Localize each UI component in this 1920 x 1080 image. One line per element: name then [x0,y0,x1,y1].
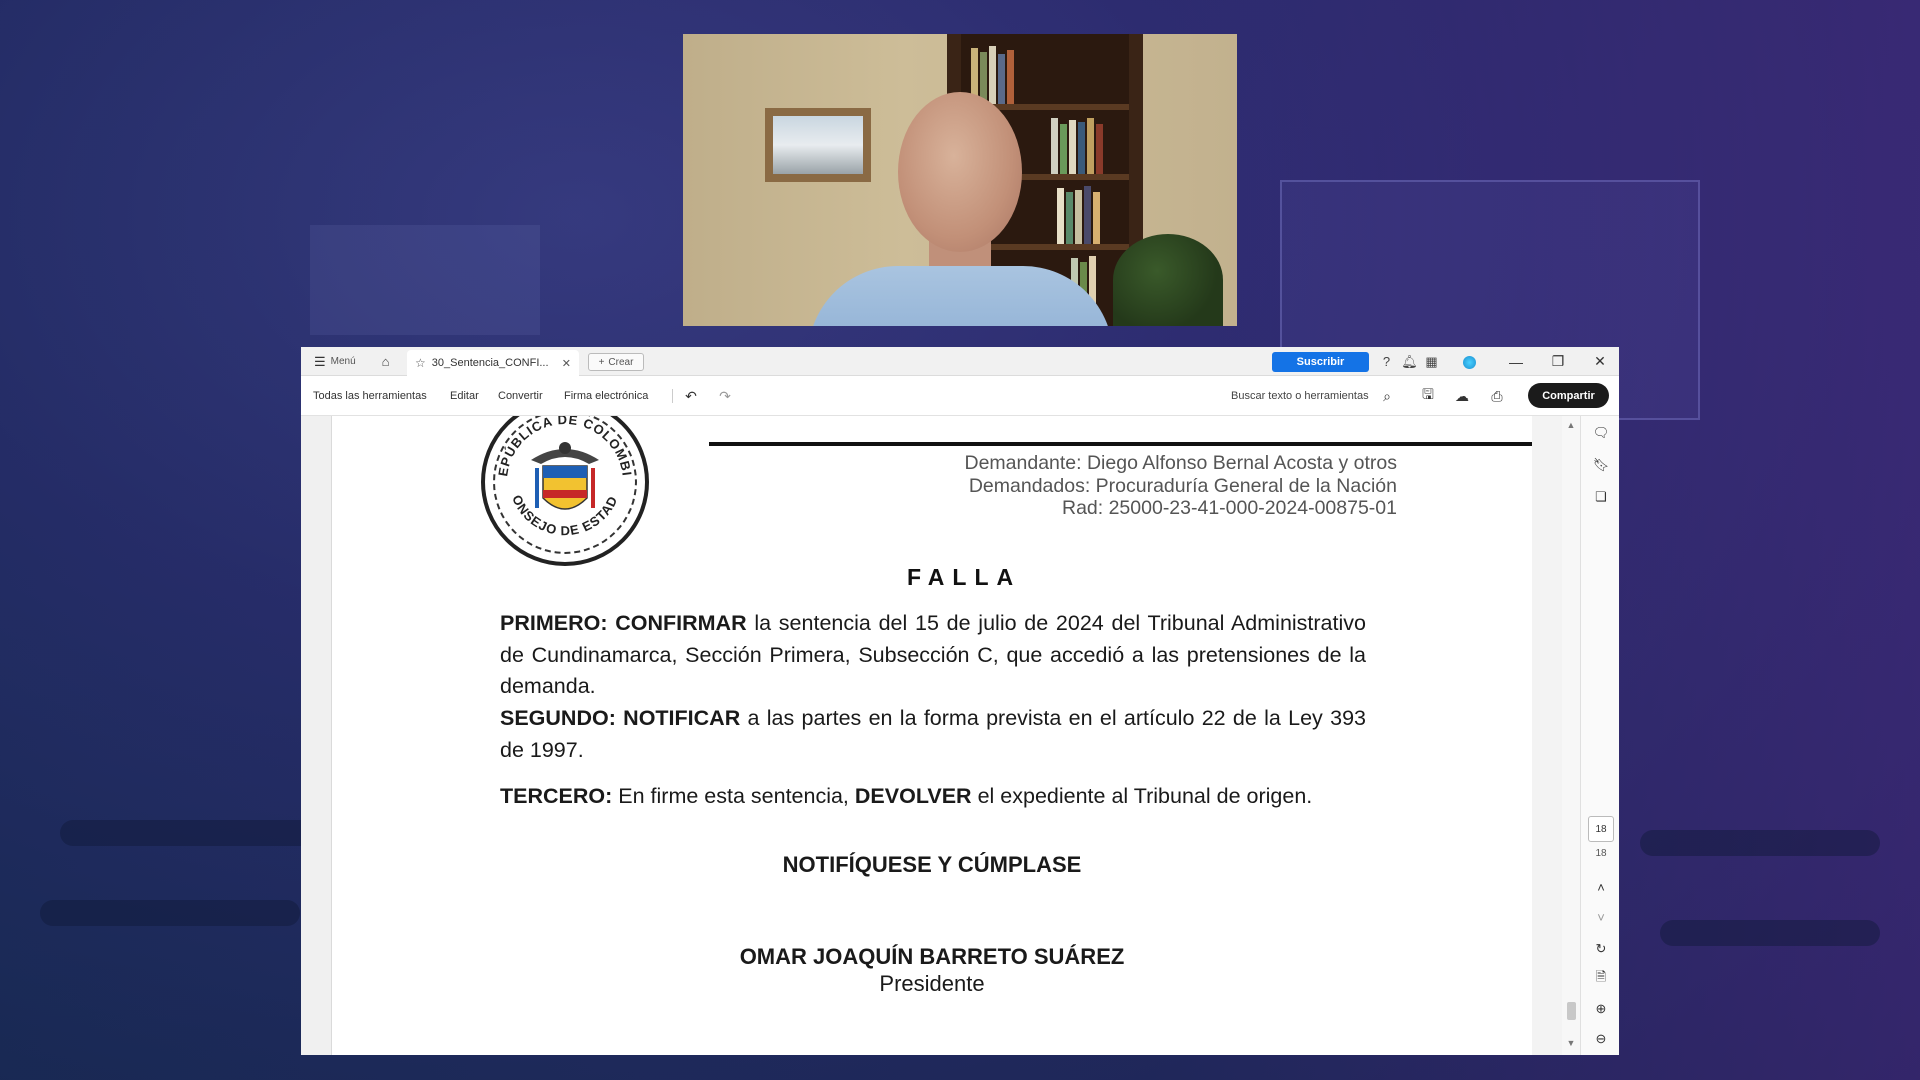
left-gutter [301,416,332,1055]
undo-icon[interactable]: ↶ [682,387,700,405]
right-tool-rail: 🗨︎ 🔖︎ ❏ 18 18 ˄ ˅ ↻ 🗎︎ ⊕ ⊖ [1580,416,1619,1055]
defendant-line: Demandados: Procuraduría General de la N… [968,474,1397,497]
apps-grid-icon[interactable]: ▦ [1423,353,1440,370]
create-label: Crear [608,356,634,368]
paragraph-segundo: SEGUNDO: NOTIFICAR a las partes en la fo… [500,706,1366,762]
current-page-input[interactable]: 18 [1588,816,1614,842]
previous-page-icon[interactable]: ˄ [1592,878,1610,896]
scroll-down-arrow-icon[interactable]: ▼ [1565,1038,1577,1050]
plus-icon: + [598,356,605,368]
next-page-icon[interactable]: ˅ [1592,908,1610,926]
vertical-scrollbar[interactable]: ▲ ▼ [1562,416,1580,1055]
background-seat-row [1640,830,1880,856]
rotate-icon[interactable]: ↻ [1592,940,1610,958]
pdf-viewer-window: ☰ Menú ⌂ ☆ 30_Sentencia_CONFI... ✕ + Cre… [301,347,1619,1055]
consejo-de-estado-seal: REPÚBLICA DE COLOMBIA CONSEJO DE ESTADO [481,416,649,566]
presenter-webcam [683,34,1237,326]
wall-picture [765,108,871,182]
search-icon[interactable]: ⌕ [1378,387,1396,405]
menu-button[interactable]: ☰ Menú [314,347,356,376]
hamburger-icon: ☰ [314,353,326,369]
background-wall-panel [310,225,540,335]
convert-link[interactable]: Convertir [498,376,543,416]
header-rule [709,442,1532,446]
document-viewer: REPÚBLICA DE COLOMBIA CONSEJO DE ESTADO [301,416,1619,1055]
save-icon[interactable]: 🖫︎ [1419,386,1437,405]
comment-icon[interactable]: 🗨︎ [1592,424,1610,442]
total-pages: 18 [1595,848,1607,859]
toolbar-divider [672,389,673,403]
notifications-bell-icon[interactable]: 🔔︎ [1401,353,1418,370]
e-signature-link[interactable]: Firma electrónica [564,376,648,416]
paragraph-primero: PRIMERO: CONFIRMAR la sentencia del 15 d… [500,611,1366,698]
zoom-out-icon[interactable]: ⊖ [1592,1030,1610,1048]
plant [1113,234,1223,326]
pages-icon[interactable]: ❏ [1592,488,1610,506]
home-icon[interactable]: ⌂ [377,353,394,370]
document-tab[interactable]: ☆ 30_Sentencia_CONFI... ✕ [407,350,579,376]
tab-label: 30_Sentencia_CONFI... [431,357,549,369]
upload-cloud-icon[interactable]: ☁ [1453,387,1471,405]
print-icon[interactable]: ⎙ [1488,387,1506,405]
help-icon[interactable]: ? [1378,353,1395,370]
minimize-icon[interactable]: — [1499,347,1533,376]
title-bar: ☰ Menú ⌂ ☆ 30_Sentencia_CONFI... ✕ + Cre… [301,347,1619,376]
plaintiff-line: Demandante: Diego Alfonso Bernal Acosta … [964,452,1397,474]
search-tools-label[interactable]: Buscar texto o herramientas [1231,376,1369,416]
seal-emblem: REPÚBLICA DE COLOMBIA CONSEJO DE ESTADO [485,416,634,538]
share-button[interactable]: Compartir [1528,383,1609,408]
signer-role: Presidente [879,971,985,996]
zoom-in-icon[interactable]: ⊕ [1592,1000,1610,1018]
create-button[interactable]: + Crear [588,353,644,371]
background-seat-row [1660,920,1880,946]
menu-label: Menú [330,356,356,367]
subscribe-button[interactable]: Suscribir [1272,352,1369,372]
signer-name: OMAR JOAQUÍN BARRETO SUÁREZ [739,944,1125,969]
case-number-line: Rad: 25000-23-41-000-2024-00875-01 [1061,497,1397,519]
background-seat-row [40,900,300,926]
case-parties: Demandante: Diego Alfonso Bernal Acosta … [832,452,1397,520]
star-icon[interactable]: ☆ [415,356,426,370]
profile-avatar[interactable] [1463,356,1476,369]
redo-icon[interactable]: ↷ [716,387,734,405]
paragraph-tercero: TERCERO: En firme esta sentencia, DEVOLV… [500,784,1313,808]
presenter-face [898,92,1022,252]
bookmark-icon[interactable]: 🔖︎ [1592,456,1610,474]
pdf-page: REPÚBLICA DE COLOMBIA CONSEJO DE ESTADO [332,416,1532,1055]
restore-icon[interactable]: ❐ [1541,347,1575,376]
scroll-up-arrow-icon[interactable]: ▲ [1565,420,1577,432]
close-tab-icon[interactable]: ✕ [562,357,571,370]
closing-formula: NOTIFÍQUESE Y CÚMPLASE [782,852,1082,877]
all-tools-link[interactable]: Todas las herramientas [313,376,427,416]
main-toolbar: Todas las herramientas Editar Convertir … [301,376,1619,416]
page-view-icon[interactable]: 🗎︎ [1592,969,1610,988]
scrollbar-thumb[interactable] [1567,1002,1576,1020]
close-window-icon[interactable]: ✕ [1583,347,1617,376]
edit-link[interactable]: Editar [450,376,479,416]
